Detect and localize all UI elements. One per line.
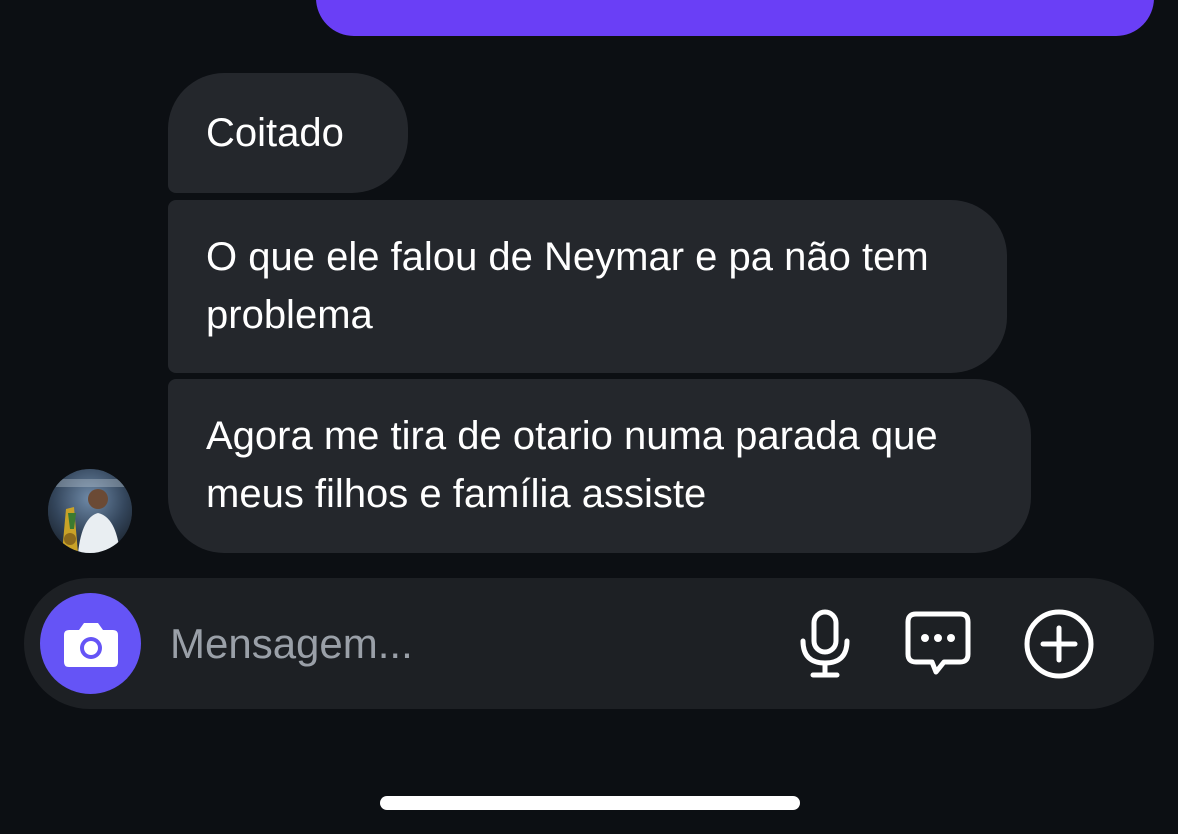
plus-circle-icon	[1024, 609, 1094, 679]
received-message-bubble[interactable]: Agora me tira de otario numa parada que …	[168, 379, 1031, 553]
camera-button[interactable]	[40, 593, 141, 694]
chat-bubble-icon	[905, 611, 971, 675]
received-message-bubble[interactable]: Coitado	[168, 73, 408, 193]
chat-bubble-button[interactable]	[900, 606, 976, 682]
message-composer	[24, 578, 1154, 709]
received-message-bubble[interactable]: O que ele falou de Neymar e pa não tem p…	[168, 200, 1007, 373]
camera-icon	[63, 622, 118, 667]
avatar-image	[48, 469, 132, 553]
sent-message-bubble[interactable]	[316, 0, 1154, 36]
message-text: Agora me tira de otario numa parada que …	[206, 414, 938, 516]
sender-avatar[interactable]	[48, 469, 132, 553]
add-button[interactable]	[1021, 606, 1097, 682]
message-input[interactable]	[170, 614, 770, 674]
message-text: Coitado	[206, 111, 344, 155]
chat-screen: Coitado O que ele falou de Neymar e pa n…	[0, 0, 1178, 834]
microphone-button[interactable]	[787, 606, 863, 682]
microphone-icon	[800, 609, 850, 678]
home-indicator[interactable]	[380, 796, 800, 810]
message-text: O que ele falou de Neymar e pa não tem p…	[206, 235, 929, 337]
